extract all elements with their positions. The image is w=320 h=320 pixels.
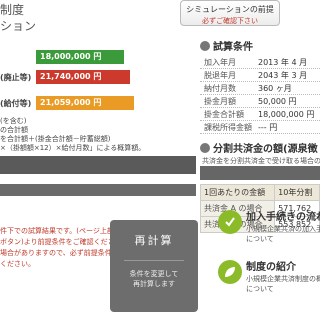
page-title-line1: 制度 — [0, 3, 25, 17]
conditions-heading: 試算条件 — [200, 38, 253, 53]
condition-row: 脱退年月 2043 年 3 月 — [200, 69, 320, 82]
split-table-header: 10年分割 — [274, 184, 320, 201]
premise-button[interactable]: シミュレーションの前提 必ずご確認下さい — [180, 0, 280, 26]
result-bar-green: 18,000,000 円 — [36, 50, 124, 64]
condition-row: 納付月数 360 ヶ月 — [200, 82, 320, 95]
gear-icon — [200, 41, 210, 51]
result-label: (廃止等) — [0, 73, 32, 82]
hand-icon — [218, 210, 242, 234]
split-bar — [200, 166, 320, 180]
chart-band — [0, 184, 196, 196]
premise-button-label: シミュレーションの前提 — [186, 5, 274, 14]
link-subtitle: 小規模企業共済制度の概要について — [246, 275, 320, 293]
link-system-intro[interactable]: 制度の紹介 小規模企業共済制度の概要について — [218, 256, 320, 296]
recalculate-sub: 条件を変更して — [129, 270, 179, 278]
chart-band — [0, 156, 196, 174]
result-bar-orange: 21,059,000 円 — [36, 96, 134, 110]
result-panel: 18,000,000 円 (廃止等) 21,740,000 円 (給付等) 21… — [0, 36, 196, 206]
split-heading: 分割共済金の額(源泉徴 — [200, 140, 318, 155]
page-header: 制度 ション シミュレーションの前提 必ずご確認下さい — [0, 0, 320, 36]
gear-icon — [200, 143, 210, 153]
link-subtitle: 小規模企業共済の加入手続について — [246, 225, 320, 243]
result-bar-red: 21,740,000 円 — [36, 70, 130, 84]
divider — [124, 260, 184, 261]
premise-button-warning: 必ずご確認下さい — [202, 17, 258, 25]
recalculate-sub: 再計算します — [133, 280, 175, 288]
split-caption: 共済金を分割共済金で受け取る場合の — [202, 157, 320, 165]
split-table-header: 1回あたりの金額 — [199, 184, 276, 201]
link-enrollment-flow[interactable]: 加入手続きの流れ 小規模企業共済の加入手続について — [218, 206, 320, 246]
condition-row: 加入年月 2013 年 4 月 — [200, 56, 320, 69]
condition-row: 掛金月額 50,000 円 — [200, 95, 320, 108]
leaf-icon — [218, 260, 242, 284]
link-title: 加入手続きの流れ — [246, 212, 320, 223]
link-title: 制度の紹介 — [246, 262, 296, 273]
note-line: ×（掛額額×12）×給付月数」による概算額。 — [0, 144, 146, 152]
result-label: (給付等) — [0, 99, 32, 108]
page-title-line2: ション — [0, 19, 37, 33]
condition-row: 掛金合計額 18,000,000 円 — [200, 108, 320, 121]
recalculate-button[interactable]: 再計算 条件を変更して 再計算します — [110, 220, 198, 312]
recalculate-label: 再計算 — [134, 234, 174, 247]
condition-row: 課税所得金額 --- 円 — [200, 121, 320, 134]
